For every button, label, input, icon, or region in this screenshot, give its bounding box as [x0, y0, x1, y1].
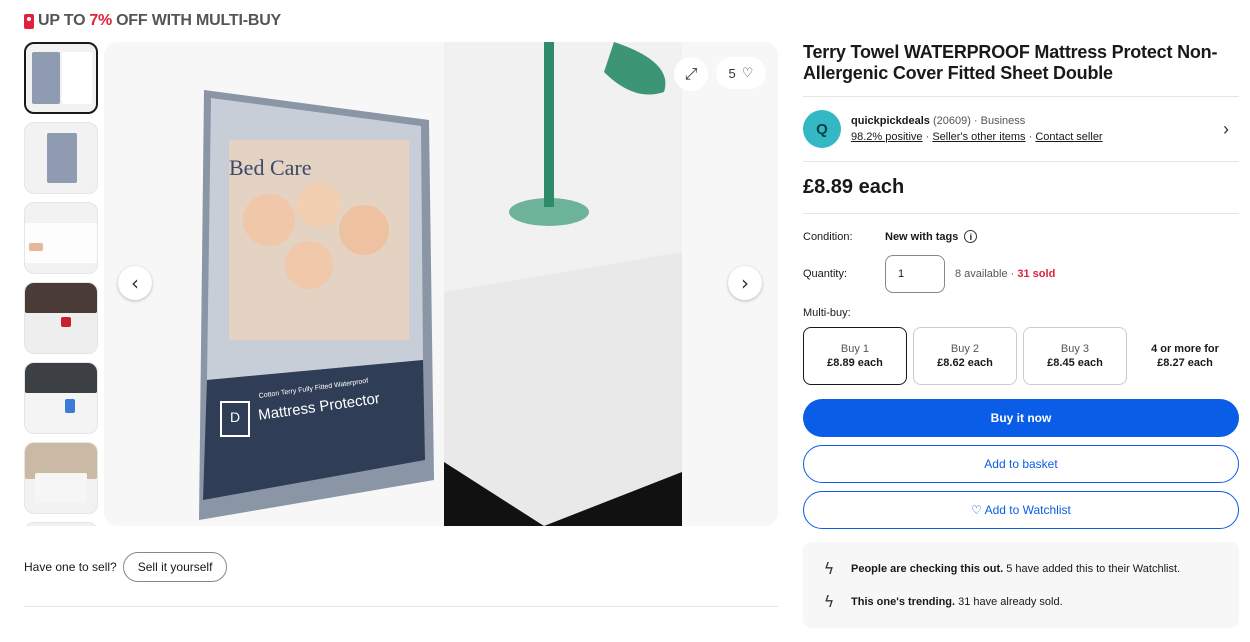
previous-image-button[interactable]: ‹	[118, 266, 152, 300]
waterproof-demo-image	[444, 42, 682, 526]
signal-bold: People are checking this out.	[851, 562, 1004, 575]
product-title: Terry Towel WATERPROOF Mattress Protect …	[803, 42, 1218, 83]
tier-price: £8.89 each	[827, 357, 883, 369]
size-letter: D	[230, 409, 240, 425]
seller-info: quickpickdeals (20609) · Business 98.2% …	[851, 115, 1103, 143]
multibuy-tier-1[interactable]: Buy 1 £8.89 each	[803, 327, 907, 385]
add-to-watchlist-button[interactable]: ♡ Add to Watchlist	[803, 491, 1239, 529]
seller-positive-link[interactable]: 98.2% positive	[851, 131, 923, 143]
thumbnail-6[interactable]	[24, 442, 98, 514]
tier-price: £8.27 each	[1157, 357, 1213, 369]
thumbnail-4[interactable]	[24, 282, 98, 354]
signal-bold: This one's trending.	[851, 595, 956, 608]
thumbnail-7[interactable]	[24, 522, 98, 526]
add-to-basket-button[interactable]: Add to basket	[803, 445, 1239, 483]
contact-seller-link[interactable]: Contact seller	[1035, 131, 1102, 143]
sell-your-own-row: Have one to sell? Sell it yourself	[24, 552, 228, 582]
heart-icon: ♡	[741, 65, 754, 80]
seller-name[interactable]: quickpickdeals	[851, 115, 930, 127]
condition-label: Condition:	[803, 230, 853, 243]
multibuy-tier-2[interactable]: Buy 2 £8.62 each	[913, 327, 1017, 385]
quantity-label: Quantity:	[803, 268, 848, 280]
main-image-gallery: D Cotton Terry Fully Fitted Waterproof M…	[104, 42, 778, 526]
activity-signals: ϟ People are checking this out. 5 have a…	[803, 542, 1239, 628]
chevron-right-icon[interactable]: ›	[1223, 119, 1229, 140]
seller-type: · Business	[973, 115, 1026, 127]
multibuy-tiers: Buy 1 £8.89 each Buy 2 £8.62 each Buy 3 …	[803, 327, 1239, 385]
signal-trending: ϟ This one's trending. 31 have already s…	[819, 585, 1223, 618]
price-tag-icon	[24, 13, 34, 29]
tier-label: Buy 1	[840, 343, 870, 355]
multibuy-tier-4: 4 or more for £8.27 each	[1133, 327, 1237, 385]
watch-count: 5	[728, 65, 736, 81]
sell-it-yourself-button[interactable]: Sell it yourself	[122, 552, 228, 582]
tier-label: 4 or more for	[1151, 343, 1219, 355]
info-icon[interactable]: i	[964, 230, 978, 243]
promo-prefix: UP TO	[38, 12, 86, 29]
condition-row: Condition: New with tags i	[803, 230, 1239, 243]
thumbnail-2[interactable]	[24, 122, 98, 194]
thumbnail-3[interactable]	[24, 202, 98, 274]
watch-count-button[interactable]: 5 ♡	[716, 57, 766, 89]
buy-box: Terry Towel WATERPROOF Mattress Protect …	[803, 42, 1239, 529]
quantity-row: Quantity: 1 8 available · 31 sold	[803, 255, 1239, 293]
thumbnail-1[interactable]	[24, 42, 98, 114]
seller-other-items-link[interactable]: Seller's other items	[932, 131, 1025, 143]
tier-label: Buy 3	[1060, 343, 1090, 355]
sold-count: 31 sold	[1017, 268, 1056, 280]
buy-it-now-button[interactable]: Buy it now	[803, 399, 1239, 437]
next-image-button[interactable]: ›	[728, 266, 762, 300]
tier-label: Buy 2	[950, 343, 980, 355]
signal-text: 31 have already sold.	[958, 595, 1063, 608]
condition-value: New with tags	[885, 230, 959, 243]
lightning-icon: ϟ	[823, 559, 835, 578]
promo-suffix: OFF WITH MULTI-BUY	[116, 12, 282, 29]
thumbnail-strip	[24, 42, 98, 526]
tier-price: £8.62 each	[937, 357, 993, 369]
sell-question: Have one to sell?	[24, 560, 117, 574]
divider	[24, 606, 778, 607]
tier-price: £8.45 each	[1047, 357, 1103, 369]
multibuy-label: Multi-buy:	[803, 307, 851, 319]
promo-percent: 7%	[89, 12, 113, 29]
seller-card[interactable]: Q quickpickdeals (20609) · Business 98.2…	[803, 96, 1239, 162]
expand-icon[interactable]: ⤢	[674, 57, 708, 91]
seller-avatar: Q	[803, 110, 841, 148]
lightning-icon: ϟ	[823, 592, 835, 611]
multibuy-tier-3[interactable]: Buy 3 £8.45 each	[1023, 327, 1127, 385]
thumbnail-5[interactable]	[24, 362, 98, 434]
quantity-availability: 8 available · 31 sold	[955, 268, 1055, 280]
multibuy-promo-banner: UP TO 7% OFF WITH MULTI-BUY	[24, 12, 281, 30]
price: £8.89 each	[803, 176, 1239, 214]
seller-feedback-count: (20609)	[932, 115, 971, 127]
package-brand: Bed Care	[229, 155, 311, 180]
quantity-input[interactable]: 1	[885, 255, 945, 293]
signal-text: 5 have added this to their Watchlist.	[1006, 562, 1181, 575]
product-package-image: D Cotton Terry Fully Fitted Waterproof M…	[199, 90, 434, 520]
available-count: 8 available ·	[955, 268, 1015, 280]
signal-watchers: ϟ People are checking this out. 5 have a…	[819, 552, 1223, 585]
